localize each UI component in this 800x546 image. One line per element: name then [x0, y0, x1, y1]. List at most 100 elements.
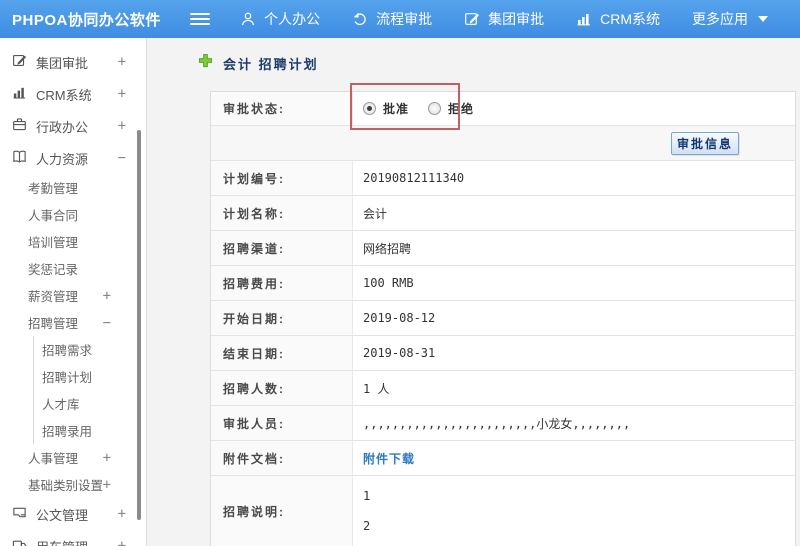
sidebar-item-recruit-plan[interactable]: 招聘计划 — [33, 363, 146, 390]
document-icon — [12, 505, 27, 523]
approval-info-button[interactable]: 审批信息 — [671, 131, 739, 155]
sidebar-scrollbar[interactable] — [137, 130, 141, 520]
sidebar-item-label: 人才库 — [42, 398, 80, 412]
sidebar-item-label: 人事合同 — [28, 209, 79, 223]
sidebar-item-hr[interactable]: 人力资源 − — [0, 142, 146, 174]
field-value: 2019-08-12 — [363, 311, 436, 325]
add-plus-icon — [198, 53, 213, 73]
expand-plus-icon[interactable]: + — [118, 86, 126, 102]
sidebar-item-label: 公文管理 — [36, 507, 89, 523]
table-row: 附件文档: 附件下载 — [211, 440, 795, 475]
sidebar-item-label: 用车管理 — [36, 537, 88, 546]
table-row: 审批人员: ,,,,,,,,,,,,,,,,,,,,,,,,小龙女,,,,,,,… — [211, 405, 795, 440]
sidebar-item-hr-contract[interactable]: 人事合同 — [0, 201, 146, 228]
expand-plus-icon[interactable]: + — [118, 54, 126, 70]
sidebar-item-label: 招聘需求 — [42, 344, 93, 358]
sidebar-item-attendance[interactable]: 考勤管理 — [0, 174, 146, 201]
sidebar-item-recruit-demand[interactable]: 招聘需求 — [33, 336, 146, 363]
field-label: 审批状态: — [211, 92, 353, 125]
bar-chart-icon — [12, 85, 27, 103]
nav-process-approval[interactable]: 流程审批 — [352, 9, 432, 29]
expand-plus-icon[interactable]: + — [118, 506, 126, 522]
sidebar-item-label: CRM系统 — [36, 87, 92, 103]
status-options: 批准 拒绝 — [353, 92, 795, 125]
sidebar-item-talent-pool[interactable]: 人才库 — [33, 390, 146, 417]
edit-square-icon — [12, 53, 27, 71]
sidebar-item-label: 人事管理 — [28, 452, 79, 466]
caret-down-icon — [758, 16, 768, 22]
nav-more-apps[interactable]: 更多应用 — [692, 9, 768, 29]
sidebar-item-base-category[interactable]: 基础类别设置 + — [0, 471, 146, 498]
field-value: 附件下载 — [353, 441, 795, 475]
nav-label: 个人办公 — [264, 11, 321, 27]
expand-plus-icon[interactable]: + — [103, 477, 111, 493]
field-value: 2019-08-31 — [363, 346, 436, 360]
expand-plus-icon[interactable]: + — [103, 288, 111, 304]
expand-plus-icon[interactable]: + — [103, 450, 111, 466]
table-row: 招聘费用: 100 RMB — [211, 265, 795, 300]
field-value: 20190812111340 — [363, 171, 465, 185]
table-row: 计划名称: 会计 — [211, 195, 795, 230]
sidebar-item-label: 集团审批 — [36, 55, 89, 71]
recruit-plan-form: 审批状态: 批准 拒绝 审批信息 计划编号: 20190812111340 计划… — [210, 83, 796, 546]
nav-group-approval[interactable]: 集团审批 — [464, 9, 544, 29]
field-value: 网络招聘 — [363, 241, 412, 256]
table-row: 招聘说明: 1 2 — [211, 475, 795, 546]
sidebar-item-recruit-hire[interactable]: 招聘录用 — [33, 417, 146, 444]
attachment-download-link[interactable]: 附件下载 — [363, 450, 415, 467]
sidebar-item-crm[interactable]: CRM系统 + — [0, 78, 146, 110]
reject-radio-label: 拒绝 — [448, 102, 475, 116]
approve-radio[interactable] — [363, 102, 376, 115]
field-label: 招聘渠道: — [211, 231, 353, 265]
status-row: 审批状态: 批准 拒绝 — [211, 83, 795, 130]
button-row: 审批信息 — [211, 125, 795, 160]
sidebar-item-label: 招聘计划 — [42, 371, 93, 385]
sidebar-item-label: 奖惩记录 — [28, 263, 79, 277]
truck-icon — [12, 537, 27, 546]
top-bar: PHPOA协同办公软件 个人办公 流程审批 集团审批 CRM系统 更多应用 — [0, 0, 800, 38]
main-content: 会计 招聘计划 审批状态: 批准 拒绝 审批信息 计划编号: 201908121… — [147, 38, 800, 546]
sidebar-item-rewards[interactable]: 奖惩记录 — [0, 255, 146, 282]
approve-radio-label: 批准 — [383, 102, 410, 116]
table-row: 招聘渠道: 网络招聘 — [211, 230, 795, 265]
sidebar-item-recruit-mgmt[interactable]: 招聘管理 − — [0, 309, 146, 336]
expand-plus-icon[interactable]: + — [118, 538, 126, 546]
description-line: 2 — [363, 519, 371, 533]
field-label: 附件文档: — [211, 441, 353, 475]
field-label: 结束日期: — [211, 336, 353, 370]
sidebar-item-salary[interactable]: 薪资管理 + — [0, 282, 146, 309]
field-label: 招聘人数: — [211, 371, 353, 405]
nav-label: 流程审批 — [376, 11, 433, 27]
person-icon — [240, 11, 256, 27]
page-header: 会计 招聘计划 — [198, 53, 800, 73]
sidebar-item-vehicle[interactable]: 用车管理 + — [0, 530, 146, 546]
sidebar-item-documents[interactable]: 公文管理 + — [0, 498, 146, 530]
field-label: 计划名称: — [211, 196, 353, 230]
sidebar-item-admin-office[interactable]: 行政办公 + — [0, 110, 146, 142]
app-logo: PHPOA协同办公软件 — [12, 11, 161, 29]
description-line: 1 — [363, 489, 371, 503]
nav-label: CRM系统 — [600, 11, 660, 27]
field-label: 招聘费用: — [211, 266, 353, 300]
sidebar-item-personnel-mgmt[interactable]: 人事管理 + — [0, 444, 146, 471]
sidebar: 集团审批 + CRM系统 + 行政办公 + 人力资源 − 考勤管理 人事合同 培… — [0, 38, 147, 546]
sidebar-item-label: 培训管理 — [28, 236, 79, 250]
nav-crm-system[interactable]: CRM系统 — [576, 9, 660, 29]
process-icon — [352, 11, 368, 27]
sidebar-item-group-approval[interactable]: 集团审批 + — [0, 46, 146, 78]
field-value: 1 2 — [353, 476, 795, 546]
expand-plus-icon[interactable]: + — [118, 118, 126, 134]
menu-toggle-icon[interactable] — [190, 10, 211, 28]
sidebar-item-label: 人力资源 — [36, 151, 89, 167]
edit-icon — [464, 11, 480, 27]
collapse-minus-icon[interactable]: − — [118, 150, 126, 166]
field-value: 1 人 — [363, 381, 390, 396]
nav-label: 集团审批 — [488, 11, 545, 27]
reject-radio[interactable] — [428, 102, 442, 115]
field-label: 审批人员: — [211, 406, 353, 440]
sidebar-item-training[interactable]: 培训管理 — [0, 228, 146, 255]
sidebar-item-label: 考勤管理 — [28, 182, 79, 196]
sidebar-item-label: 基础类别设置 — [28, 479, 104, 493]
nav-personal-office[interactable]: 个人办公 — [240, 9, 320, 29]
collapse-minus-icon[interactable]: − — [103, 315, 111, 331]
